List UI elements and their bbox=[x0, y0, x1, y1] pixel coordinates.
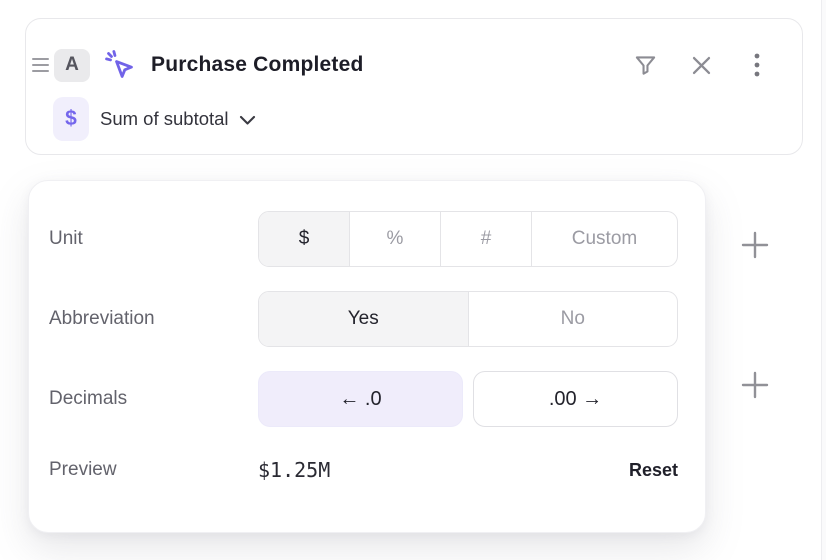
decimals-label: Decimals bbox=[49, 388, 258, 410]
unit-option-number[interactable]: # bbox=[441, 212, 532, 266]
preview-row: Preview $1.25M Reset bbox=[49, 445, 678, 495]
unit-segmented-control: $ % # Custom bbox=[258, 211, 678, 267]
event-letter-badge: A bbox=[54, 49, 90, 82]
add-button-top[interactable] bbox=[738, 228, 772, 262]
add-button-bottom[interactable] bbox=[738, 368, 772, 402]
abbreviation-option-yes[interactable]: Yes bbox=[259, 292, 469, 346]
decimals-increase-button[interactable]: .00 → bbox=[473, 371, 678, 427]
event-card: A Purchase Completed bbox=[25, 18, 803, 155]
screen: A Purchase Completed bbox=[0, 0, 826, 560]
kebab-menu-icon bbox=[745, 52, 769, 78]
filter-icon bbox=[634, 54, 657, 77]
more-options-button[interactable] bbox=[740, 48, 774, 82]
chevron-down-icon bbox=[239, 115, 256, 126]
adjacent-panel-edge bbox=[821, 0, 826, 560]
unit-option-percent[interactable]: % bbox=[350, 212, 441, 266]
unit-option-custom[interactable]: Custom bbox=[532, 212, 677, 266]
unit-label: Unit bbox=[49, 228, 258, 250]
plus-icon bbox=[741, 231, 769, 259]
abbreviation-row: Abbreviation Yes No bbox=[49, 291, 678, 347]
close-button[interactable] bbox=[684, 48, 718, 82]
preview-label: Preview bbox=[49, 459, 258, 481]
decimals-decrease-button[interactable]: ← .0 bbox=[258, 371, 463, 427]
metric-dollar-badge: $ bbox=[53, 97, 89, 141]
format-panel: Unit $ % # Custom Abbreviation Yes No De… bbox=[28, 180, 706, 533]
unit-row: Unit $ % # Custom bbox=[49, 211, 678, 267]
decimals-row: Decimals ← .0 .00 → bbox=[49, 371, 678, 427]
preview-value: $1.25M bbox=[258, 458, 330, 482]
reset-button[interactable]: Reset bbox=[629, 460, 678, 481]
unit-option-dollar[interactable]: $ bbox=[259, 212, 350, 266]
event-card-header: A Purchase Completed bbox=[26, 45, 802, 85]
metric-selector[interactable]: $ Sum of subtotal bbox=[53, 96, 256, 142]
metric-label: Sum of subtotal bbox=[100, 108, 229, 130]
abbreviation-label: Abbreviation bbox=[49, 308, 258, 330]
event-title: Purchase Completed bbox=[151, 53, 364, 77]
filter-button[interactable] bbox=[628, 48, 662, 82]
decimals-controls: ← .0 .00 → bbox=[258, 371, 678, 427]
plus-icon bbox=[741, 371, 769, 399]
drag-handle-icon[interactable] bbox=[32, 56, 50, 74]
abbreviation-segmented-control: Yes No bbox=[258, 291, 678, 347]
abbreviation-option-no[interactable]: No bbox=[469, 292, 678, 346]
event-click-cursor-icon bbox=[104, 48, 136, 82]
close-icon bbox=[690, 54, 713, 77]
